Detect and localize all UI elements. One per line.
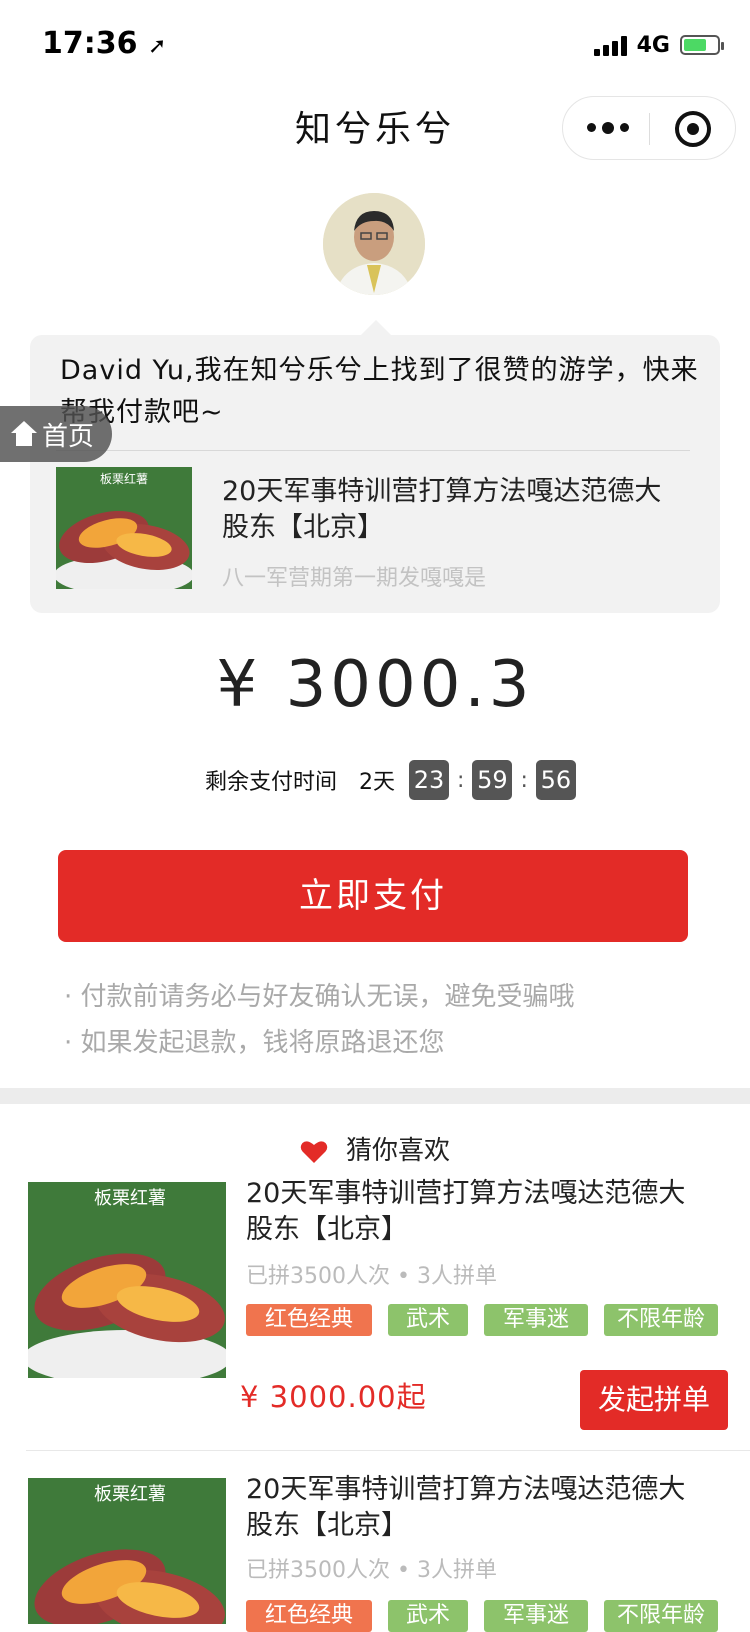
product-image[interactable]: 板栗红薯 <box>28 1478 226 1624</box>
status-indicators: 4G <box>593 30 724 60</box>
pay-now-button[interactable]: 立即支付 <box>58 850 688 942</box>
status-time: 17:36 ➚ <box>42 26 167 61</box>
tag: 军事迷 <box>484 1600 588 1632</box>
start-group-buy-button[interactable]: 发起拼单 <box>580 1370 728 1430</box>
more-icon[interactable] <box>587 122 629 134</box>
timer-minutes: 59 <box>472 760 513 800</box>
product-tags: 红色经典 武术 军事迷 不限年龄 <box>246 1600 718 1632</box>
home-button-label: 首页 <box>42 421 95 452</box>
product-image-caption: 板栗红薯 <box>94 1188 166 1209</box>
mini-program-capsule <box>562 96 736 160</box>
payment-amount: ¥ 3000.3 <box>216 648 534 722</box>
message-text: David Yu,我在知兮乐兮上找到了很赞的游学，快来帮我付款吧~ <box>60 355 699 428</box>
tag: 不限年龄 <box>604 1600 718 1632</box>
product-title[interactable]: 20天军事特训营打算方法嘎达范德大股东【北京】 <box>246 1176 706 1248</box>
tag: 武术 <box>388 1600 468 1632</box>
home-icon <box>10 421 38 447</box>
tag: 不限年龄 <box>604 1304 718 1336</box>
product-meta: 已拼3500人次 • 3人拼单 <box>246 1264 497 1289</box>
section-separator <box>0 1088 750 1104</box>
card-pointer <box>360 320 392 336</box>
timer-seconds: 56 <box>535 760 576 800</box>
tag: 红色经典 <box>246 1304 372 1336</box>
product-tags: 红色经典 武术 军事迷 不限年龄 <box>246 1304 718 1336</box>
location-arrow-icon: ➚ <box>147 34 167 59</box>
recommend-heading: 猜你喜欢 <box>0 1130 750 1167</box>
row-divider <box>26 1450 750 1451</box>
card-divider <box>56 450 690 451</box>
avatar <box>323 193 425 295</box>
network-type: 4G <box>636 32 670 58</box>
signal-icon <box>593 34 627 56</box>
note-item: · 如果发起退款，钱将原路退还您 <box>64 1028 445 1058</box>
product-meta: 已拼3500人次 • 3人拼单 <box>246 1558 497 1583</box>
product-price: ¥ 3000.00起 <box>240 1380 427 1414</box>
tag: 军事迷 <box>484 1304 588 1336</box>
timer-label: 剩余支付时间 <box>205 770 338 795</box>
product-title[interactable]: 20天军事特训营打算方法嘎达范德大股东【北京】 <box>246 1472 706 1544</box>
note-item: · 付款前请务必与好友确认无误，避免受骗哦 <box>64 982 575 1012</box>
home-button[interactable]: 首页 <box>0 406 112 462</box>
product-thumbnail[interactable]: 板栗红薯 <box>56 467 192 589</box>
tag: 武术 <box>388 1304 468 1336</box>
payment-notes: · 付款前请务必与好友确认无误，避免受骗哦 · 如果发起退款，钱将原路退还您 <box>64 974 575 1066</box>
product-image[interactable]: 板栗红薯 <box>28 1182 226 1378</box>
recommend-heading-text: 猜你喜欢 <box>345 1136 450 1166</box>
product-image-caption: 板栗红薯 <box>94 1484 166 1505</box>
timer-colon: : <box>457 767 465 793</box>
card-product-subtitle: 八一军营期第一期发嘎嘎是 <box>222 566 487 591</box>
countdown-timer: 剩余支付时间 2天 23 : 59 : 56 <box>205 760 576 800</box>
timer-days: 2天 <box>359 770 396 795</box>
capsule-divider <box>649 113 650 145</box>
close-target-icon[interactable] <box>675 111 711 147</box>
heart-icon <box>300 1140 328 1164</box>
battery-icon <box>680 35 724 55</box>
timer-colon: : <box>520 767 528 793</box>
thumb-caption: 板栗红薯 <box>100 471 148 486</box>
card-product-title[interactable]: 20天军事特训营打算方法嘎达范德大股东【北京】 <box>222 474 672 546</box>
tag: 红色经典 <box>246 1600 372 1632</box>
timer-hours: 23 <box>409 760 450 800</box>
